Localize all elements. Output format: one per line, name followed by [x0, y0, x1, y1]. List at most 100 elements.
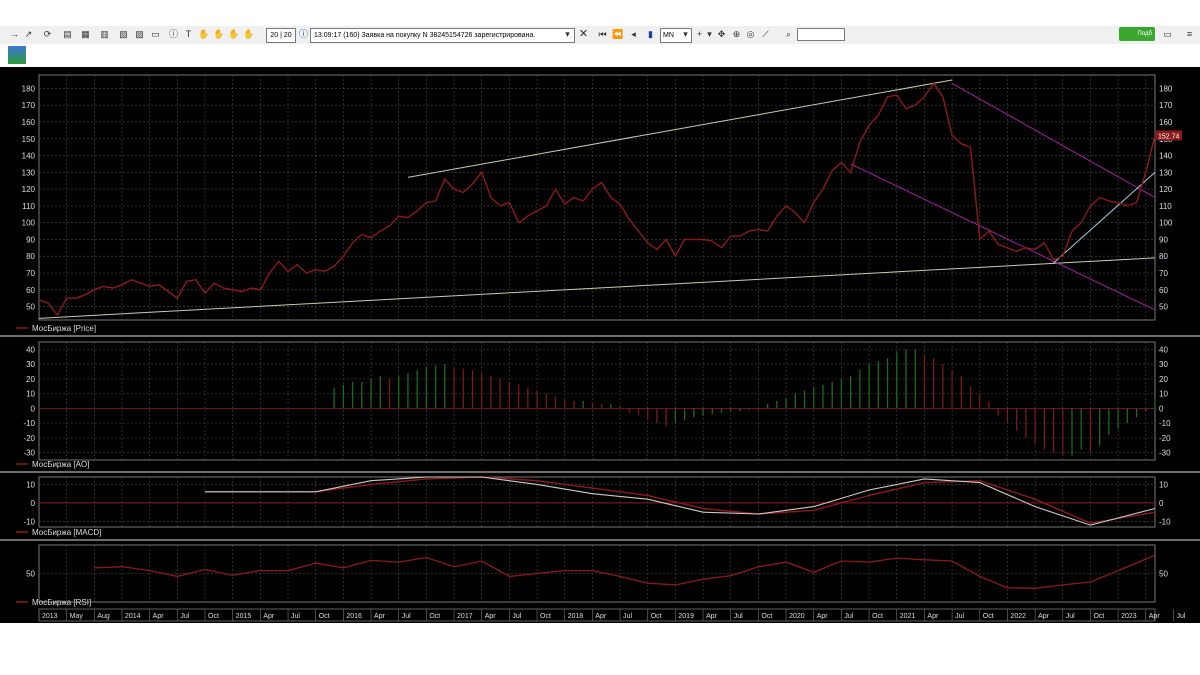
y-tick-label-right: 100: [1159, 219, 1173, 228]
x-tick-label: Oct: [1093, 613, 1104, 620]
trades-icon[interactable]: ▧: [118, 29, 129, 40]
pointer-icon[interactable]: ↗: [23, 29, 34, 40]
chevron-down-icon[interactable]: ▾: [680, 29, 691, 40]
portfolio-icon[interactable]: ▨: [134, 29, 145, 40]
crosshair-icon[interactable]: ⊕: [731, 29, 742, 40]
instrument-thumbnail[interactable]: [8, 46, 26, 64]
y-tick-label-left: 40: [26, 345, 35, 354]
x-tick-label: Jul: [512, 613, 521, 620]
x-tick-label: Apr: [153, 613, 165, 620]
hand-icon[interactable]: ✋: [198, 29, 209, 40]
y-tick-label-left: 100: [22, 219, 36, 228]
x-tick-label: 2018: [568, 613, 584, 620]
y-tick-label-right: -20: [1159, 434, 1171, 443]
y-tick-label-right: 20: [1159, 375, 1168, 384]
legend-label: МосБиржа [AO]: [32, 460, 89, 469]
y-tick-label-left: 160: [22, 118, 36, 127]
target-icon[interactable]: ◎: [745, 29, 756, 40]
x-tick-label: Oct: [983, 613, 994, 620]
chevron-down-icon[interactable]: ▾: [704, 29, 715, 40]
first-icon[interactable]: ⏮: [597, 29, 608, 40]
info-icon[interactable]: ⓘ: [168, 29, 179, 40]
x-tick-label: Apr: [485, 613, 497, 620]
orders-icon[interactable]: ▥: [99, 29, 110, 40]
y-tick-label-left: 90: [26, 235, 35, 244]
x-tick-label: 2019: [678, 613, 694, 620]
order-count: 20 | 20: [266, 28, 296, 43]
x-tick-label: Jul: [734, 613, 743, 620]
x-tick-label: Jul: [1066, 613, 1075, 620]
quotes-icon[interactable]: ▦: [80, 29, 91, 40]
y-tick-label-left: 0: [31, 404, 36, 413]
x-tick-label: Jul: [402, 613, 411, 620]
y-tick-label-right: 180: [1159, 84, 1173, 93]
x-tick-label: Oct: [872, 613, 883, 620]
window-icon[interactable]: ▭: [150, 29, 161, 40]
x-tick-label: Oct: [319, 613, 330, 620]
search-icon[interactable]: ⌕: [783, 29, 794, 40]
x-tick-label: Jul: [844, 613, 853, 620]
y-tick-label-right: 170: [1159, 101, 1173, 110]
y-tick-label-left: 150: [22, 135, 36, 144]
chat-icon[interactable]: ▭: [1162, 29, 1173, 40]
y-tick-label-left: 20: [26, 375, 35, 384]
x-tick-label: Apr: [595, 613, 607, 620]
x-tick-label: 2016: [346, 613, 362, 620]
ruler-icon[interactable]: ⟋: [760, 29, 771, 40]
y-tick-label-left: 60: [26, 286, 35, 295]
hand-buy-icon[interactable]: ✋: [213, 29, 224, 40]
legend-label: МосБиржа [MACD]: [32, 528, 101, 537]
move-icon[interactable]: ✥: [716, 29, 727, 40]
x-tick-label: 2023: [1121, 613, 1137, 620]
search-input[interactable]: [797, 28, 845, 41]
chevron-down-icon[interactable]: ▾: [562, 29, 573, 40]
y-tick-label-left: -10: [23, 517, 35, 526]
menu-icon[interactable]: ≡: [1184, 29, 1195, 40]
hand-sell-icon[interactable]: ✋: [228, 29, 239, 40]
y-tick-label-left: 10: [26, 480, 35, 489]
y-tick-label-right: 160: [1159, 118, 1173, 127]
x-tick-label: 2021: [900, 613, 916, 620]
x-tick-label: Oct: [540, 613, 551, 620]
hand-stop-icon[interactable]: ✋: [243, 29, 254, 40]
back-icon[interactable]: ◂: [628, 29, 639, 40]
y-tick-label-left: -10: [23, 419, 35, 428]
y-tick-label-left: 120: [22, 185, 36, 194]
y-tick-label-right: 60: [1159, 286, 1168, 295]
y-tick-label-right: 80: [1159, 252, 1168, 261]
rewind-icon[interactable]: ⏪: [612, 29, 623, 40]
y-tick-label-right: 10: [1159, 390, 1168, 399]
legend-label: МосБиржа [RSI]: [32, 598, 91, 607]
info-circle-icon[interactable]: ⓘ: [298, 29, 309, 40]
y-tick-label-left: 10: [26, 390, 35, 399]
y-tick-label-left: 140: [22, 152, 36, 161]
x-tick-label: 2020: [789, 613, 805, 620]
status-button[interactable]: Подб: [1119, 27, 1155, 41]
chart-bars-icon[interactable]: ▮: [645, 29, 656, 40]
arrow-icon[interactable]: →: [9, 29, 20, 40]
x-tick-label: Apr: [927, 613, 939, 620]
last-value-label: 152.74: [1158, 133, 1180, 140]
table-icon[interactable]: ▤: [62, 29, 73, 40]
y-tick-label-left: 110: [22, 202, 35, 211]
text-icon[interactable]: T: [183, 29, 194, 40]
y-tick-label-right: 50: [1159, 303, 1168, 312]
y-tick-label-right: -10: [1159, 419, 1171, 428]
close-icon[interactable]: ✕: [578, 29, 589, 40]
x-tick-label: Oct: [429, 613, 440, 620]
x-tick-label: Jul: [955, 613, 964, 620]
y-tick-label-right: 50: [1159, 570, 1168, 579]
y-tick-label-left: 50: [26, 570, 35, 579]
y-tick-label-left: 80: [26, 252, 35, 261]
x-tick-label: Oct: [761, 613, 772, 620]
message-dropdown[interactable]: 13:09:17 (160) Заявка на покупку N 38245…: [310, 28, 575, 43]
x-tick-label: 2015: [236, 613, 252, 620]
refresh-icon[interactable]: ⟳: [42, 29, 53, 40]
x-tick-label: Jul: [180, 613, 189, 620]
y-tick-label-left: 70: [26, 269, 35, 278]
x-tick-label: 2014: [125, 613, 141, 620]
y-tick-label-right: 30: [1159, 360, 1168, 369]
x-tick-label: 2017: [457, 613, 473, 620]
y-tick-label-right: 0: [1159, 499, 1164, 508]
y-tick-label-right: 90: [1159, 235, 1168, 244]
